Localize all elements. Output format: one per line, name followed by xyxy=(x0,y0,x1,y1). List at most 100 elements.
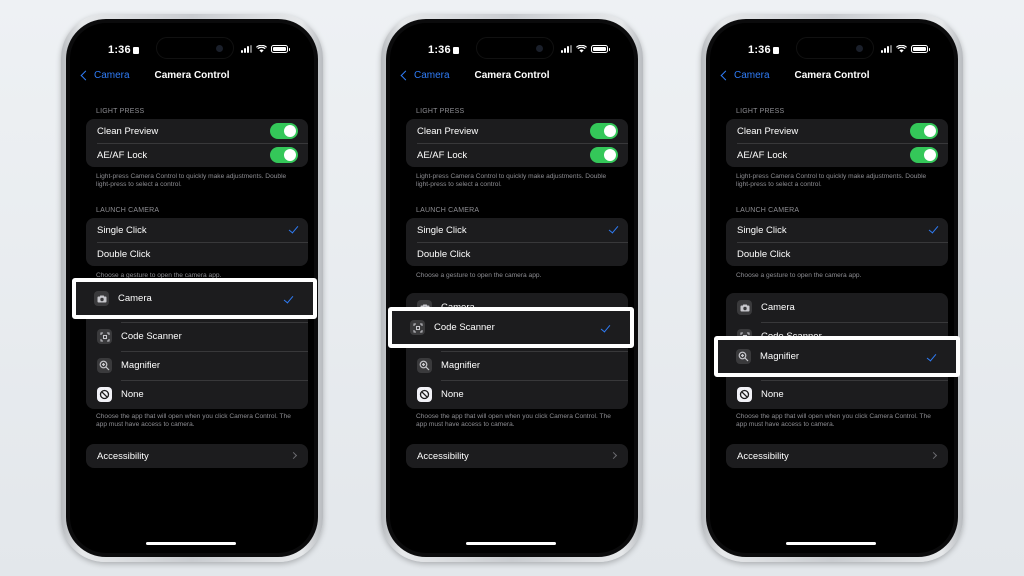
home-indicator xyxy=(466,542,556,545)
status-icons xyxy=(881,45,930,53)
app-option-none[interactable]: None xyxy=(726,380,948,409)
row-label: Code Scanner xyxy=(434,322,495,333)
phone-screen: 1:36 Camera Camera Control LIGHT PRESS C… xyxy=(710,23,954,553)
section-header-launch-camera: LAUNCH CAMERA xyxy=(416,207,480,214)
light-press-footer: Light-press Camera Control to quickly ma… xyxy=(416,173,607,189)
light-press-group: Clean Preview AE/AF Lock xyxy=(86,119,308,167)
wifi-icon xyxy=(576,45,587,53)
accessibility-group: Accessibility xyxy=(406,444,628,468)
ae-af-lock-toggle[interactable] xyxy=(270,147,298,163)
row-label: Magnifier xyxy=(121,360,161,371)
front-camera-icon xyxy=(536,45,543,52)
row-label: Double Click xyxy=(97,248,151,260)
light-press-footer: Light-press Camera Control to quickly ma… xyxy=(736,173,927,189)
chevron-right-icon xyxy=(289,451,298,460)
app-option-none[interactable]: None xyxy=(406,380,628,409)
app-option-magnifier[interactable]: Magnifier xyxy=(86,351,308,380)
row-label: None xyxy=(121,389,144,400)
double-click-option[interactable]: Double Click xyxy=(726,242,948,266)
app-option-camera[interactable]: Camera xyxy=(726,293,948,322)
section-header-light-press: LIGHT PRESS xyxy=(416,108,465,115)
wifi-icon xyxy=(256,45,267,53)
lock-icon xyxy=(132,47,139,54)
wifi-icon xyxy=(896,45,907,53)
accessibility-row[interactable]: Accessibility xyxy=(406,444,628,468)
chevron-right-icon xyxy=(609,451,618,460)
row-label: None xyxy=(441,389,464,400)
row-label: AE/AF Lock xyxy=(97,149,148,161)
row-label: Single Click xyxy=(737,224,787,236)
row-label: Accessibility xyxy=(737,450,789,462)
row-label: Single Click xyxy=(417,224,467,236)
front-camera-icon xyxy=(216,45,223,52)
clean-preview-toggle[interactable] xyxy=(910,123,938,139)
ae-af-lock-row: AE/AF Lock xyxy=(86,143,308,167)
checkmark-icon xyxy=(283,293,294,304)
none-icon xyxy=(417,387,432,402)
row-label: Clean Preview xyxy=(97,125,159,137)
chevron-right-icon xyxy=(929,451,938,460)
checkmark-icon xyxy=(608,223,619,234)
ae-af-lock-row: AE/AF Lock xyxy=(726,143,948,167)
none-icon xyxy=(737,387,752,402)
signal-icon xyxy=(561,45,572,53)
row-label: AE/AF Lock xyxy=(417,149,468,161)
magnifier-icon xyxy=(97,358,112,373)
magnifier-icon xyxy=(736,349,751,364)
ae-af-lock-toggle[interactable] xyxy=(910,147,938,163)
battery-icon xyxy=(271,45,290,53)
selected-app-highlight[interactable]: Code Scanner xyxy=(388,307,634,348)
clean-preview-row: Clean Preview xyxy=(406,119,628,143)
app-option-code-scanner[interactable]: Code Scanner xyxy=(86,322,308,351)
front-camera-icon xyxy=(856,45,863,52)
code-scanner-icon xyxy=(97,329,112,344)
single-click-option[interactable]: Single Click xyxy=(726,218,948,242)
row-label: Double Click xyxy=(417,248,471,260)
signal-icon xyxy=(241,45,252,53)
accessibility-row[interactable]: Accessibility xyxy=(726,444,948,468)
row-label: None xyxy=(761,389,784,400)
phone-bezel: 1:36 Camera Camera Control LIGHT PRESS C… xyxy=(706,19,958,557)
clean-preview-row: Clean Preview xyxy=(726,119,948,143)
clean-preview-toggle[interactable] xyxy=(590,123,618,139)
accessibility-group: Accessibility xyxy=(86,444,308,468)
section-header-launch-camera: LAUNCH CAMERA xyxy=(736,207,800,214)
single-click-option[interactable]: Single Click xyxy=(406,218,628,242)
code-scanner-icon xyxy=(410,320,425,335)
dynamic-island xyxy=(156,37,234,59)
selected-app-highlight[interactable]: Camera xyxy=(72,278,317,319)
row-label: Accessibility xyxy=(417,450,469,462)
ae-af-lock-row: AE/AF Lock xyxy=(406,143,628,167)
launch-camera-footer: Choose a gesture to open the camera app. xyxy=(416,272,542,279)
status-time: 1:36 xyxy=(428,44,459,56)
lock-icon xyxy=(772,47,779,54)
app-option-magnifier[interactable]: Magnifier xyxy=(406,351,628,380)
dynamic-island xyxy=(796,37,874,59)
row-label: Single Click xyxy=(97,224,147,236)
row-label: AE/AF Lock xyxy=(737,149,788,161)
clean-preview-toggle[interactable] xyxy=(270,123,298,139)
home-indicator xyxy=(146,542,236,545)
double-click-option[interactable]: Double Click xyxy=(406,242,628,266)
launch-camera-group: Single Click Double Click xyxy=(86,218,308,266)
checkmark-icon xyxy=(600,322,611,333)
ae-af-lock-toggle[interactable] xyxy=(590,147,618,163)
phone-screen: 1:36 Camera Camera Control LIGHT PRESS C… xyxy=(390,23,634,553)
nav-bar: Camera Camera Control xyxy=(390,70,634,86)
double-click-option[interactable]: Double Click xyxy=(86,242,308,266)
selected-app-highlight[interactable]: Magnifier xyxy=(714,336,960,377)
none-icon xyxy=(97,387,112,402)
page-title: Camera Control xyxy=(794,70,870,81)
accessibility-row[interactable]: Accessibility xyxy=(86,444,308,468)
app-option-none[interactable]: None xyxy=(86,380,308,409)
battery-icon xyxy=(911,45,930,53)
app-choice-footer: Choose the app that will open when you c… xyxy=(736,413,931,429)
status-icons xyxy=(561,45,610,53)
row-label: Clean Preview xyxy=(417,125,479,137)
single-click-option[interactable]: Single Click xyxy=(86,218,308,242)
home-indicator xyxy=(786,542,876,545)
row-label: Accessibility xyxy=(97,450,149,462)
app-choice-footer: Choose the app that will open when you c… xyxy=(416,413,611,429)
checkmark-icon xyxy=(288,223,299,234)
light-press-group: Clean Preview AE/AF Lock xyxy=(406,119,628,167)
